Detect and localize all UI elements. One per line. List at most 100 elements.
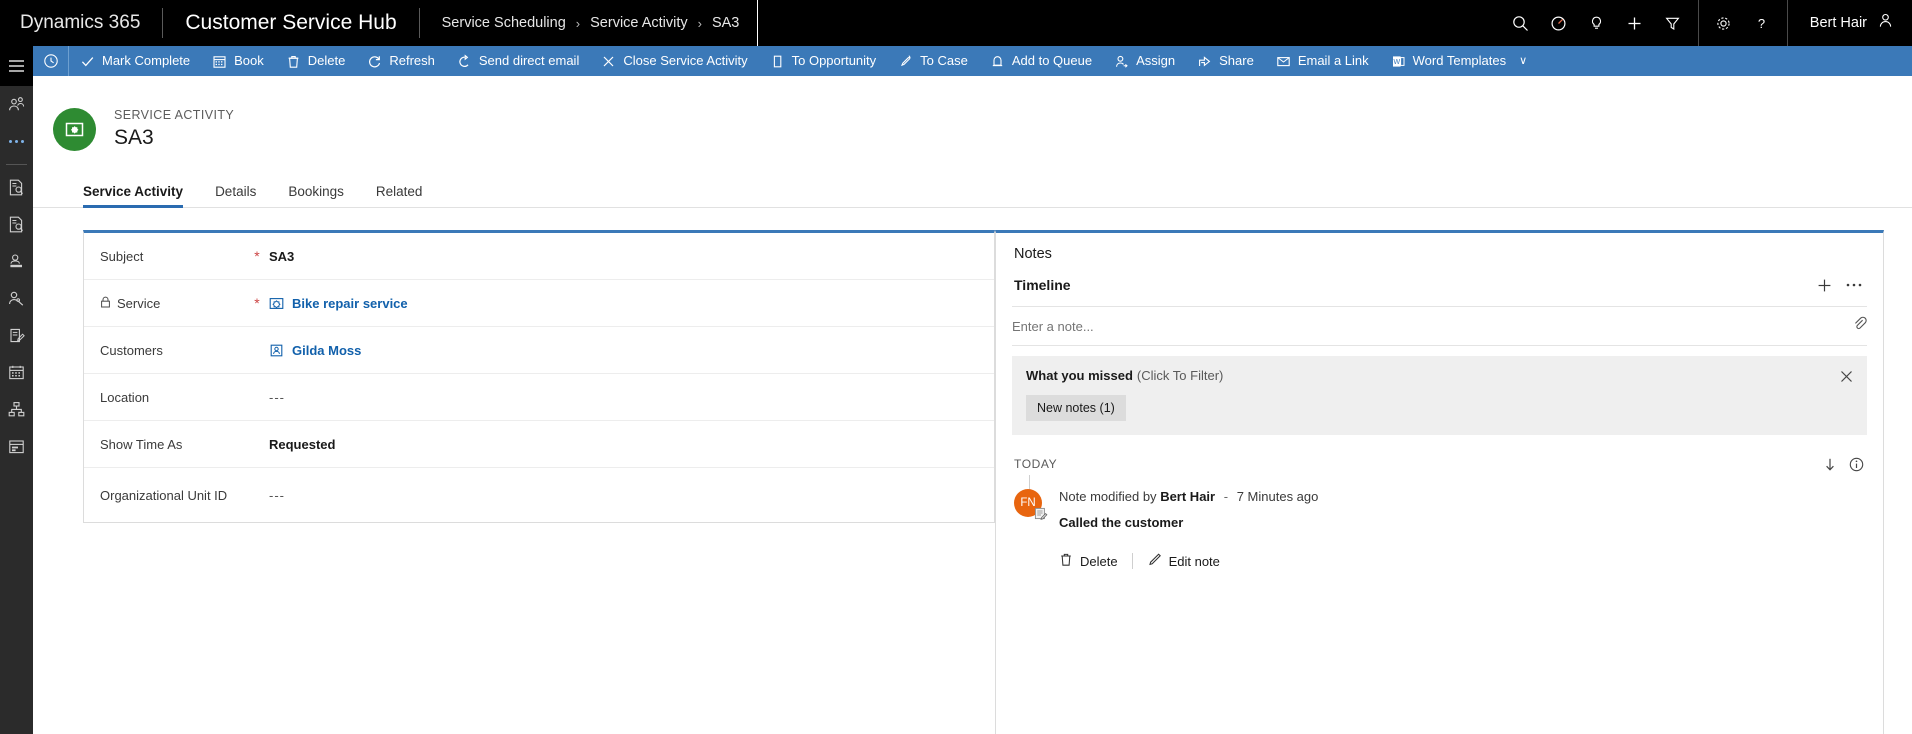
refresh-icon — [367, 54, 382, 69]
required-marker: * — [254, 248, 260, 264]
queue-icon — [990, 54, 1005, 69]
command-label: Email a Link — [1297, 53, 1369, 68]
lock-icon — [100, 295, 111, 312]
command-mark-complete[interactable]: Mark Complete — [69, 46, 201, 76]
case-search-icon[interactable] — [0, 169, 33, 206]
tab-related[interactable]: Related — [376, 184, 423, 207]
activity-icon[interactable] — [0, 317, 33, 354]
action-divider — [1131, 553, 1133, 569]
user-name-label: Bert Hair — [1809, 15, 1867, 31]
recent-clock-icon[interactable] — [33, 46, 69, 76]
command-close-service-activity[interactable]: Close Service Activity — [590, 46, 758, 76]
link-bike-repair-service[interactable]: Bike repair service — [292, 296, 408, 311]
opportunity-icon — [770, 54, 785, 69]
field-value-show-time-as[interactable]: Requested — [269, 437, 335, 452]
command-to-opportunity[interactable]: To Opportunity — [759, 46, 888, 76]
command-label: Send direct email — [478, 53, 580, 68]
dynamics-brand[interactable]: Dynamics 365 — [0, 8, 164, 38]
gauge-icon[interactable] — [1540, 0, 1578, 46]
close-icon[interactable] — [1832, 368, 1853, 388]
avatar — [1877, 12, 1894, 34]
delete-note-button[interactable]: Delete — [1059, 552, 1132, 570]
record-page: SERVICE ACTIVITY SA3 Service Activity De… — [33, 76, 1912, 734]
notes-panel: Notes Timeline Enter a note... What you … — [995, 230, 1884, 734]
command-label: Word Templates — [1412, 53, 1507, 68]
hamburger-icon[interactable] — [0, 46, 33, 86]
field-label-organizational-unit-id: Organizational Unit ID — [100, 487, 228, 503]
delete-note-label: Delete — [1080, 553, 1118, 569]
article-search-icon[interactable] — [0, 206, 33, 243]
field-value-customers: Gilda Moss — [269, 343, 361, 358]
contact-icon[interactable] — [0, 280, 33, 317]
chevron-down-icon[interactable]: ∨ — [1519, 46, 1527, 76]
command-label: To Opportunity — [791, 53, 877, 68]
svg-text:?: ? — [1758, 16, 1765, 31]
command-email-a-link[interactable]: Email a Link — [1265, 46, 1380, 76]
notes-panel-title: Notes — [1014, 246, 1052, 262]
field-value-service: Bike repair service — [269, 296, 408, 311]
new-notes-filter-chip[interactable]: New notes (1) — [1026, 395, 1126, 421]
field-label-customers: Customers — [100, 342, 163, 358]
command-book[interactable]: Book — [201, 46, 275, 76]
breadcrumb-item-service-scheduling[interactable]: Service Scheduling — [442, 15, 566, 31]
command-assign[interactable]: Assign — [1103, 46, 1186, 76]
hierarchy-icon[interactable] — [0, 391, 33, 428]
ellipsis-icon[interactable] — [1839, 273, 1869, 297]
more-icon[interactable] — [0, 123, 33, 160]
note-input-row[interactable]: Enter a note... — [1012, 306, 1867, 346]
field-value-organizational-unit-id[interactable]: --- — [269, 488, 285, 503]
command-label: Mark Complete — [102, 53, 191, 68]
what-you-missed-content: What you missed (Click To Filter) New not… — [1026, 368, 1832, 421]
field-row-service: Service * Bike repair service — [84, 280, 994, 327]
gear-icon[interactable] — [1705, 0, 1743, 46]
command-label: Share — [1219, 53, 1254, 68]
sort-down-icon[interactable] — [1817, 453, 1843, 475]
pencil-icon — [1147, 552, 1162, 570]
command-add-to-queue[interactable]: Add to Queue — [979, 46, 1103, 76]
tab-bookings[interactable]: Bookings — [288, 184, 344, 207]
timeline-entry-meta: Note modified by Bert Hair - 7 Minutes a… — [1059, 489, 1318, 504]
command-refresh[interactable]: Refresh — [356, 46, 446, 76]
plus-icon[interactable] — [1809, 273, 1839, 297]
field-value-location[interactable]: --- — [269, 390, 285, 405]
relationship-assistant-icon[interactable] — [0, 86, 33, 123]
share-icon — [1197, 54, 1212, 69]
command-send-direct-email[interactable]: Send direct email — [446, 46, 590, 76]
command-to-case[interactable]: To Case — [887, 46, 979, 76]
calendar-icon[interactable] — [0, 354, 33, 391]
notes-column: Notes Timeline Enter a note... What you … — [973, 230, 1912, 734]
timeline-entry-text: Called the customer — [1059, 515, 1184, 530]
field-row-organizational-unit-id: Organizational Unit ID --- — [84, 468, 994, 522]
schedule-board-icon[interactable] — [0, 428, 33, 465]
command-share[interactable]: Share — [1186, 46, 1265, 76]
trash-icon — [286, 54, 301, 69]
rail-divider — [6, 164, 27, 165]
breadcrumb-chevron-icon: › — [697, 15, 702, 31]
search-icon[interactable] — [1502, 0, 1540, 46]
breadcrumb-item-sa3[interactable]: SA3 — [712, 15, 739, 31]
account-icon[interactable] — [0, 243, 33, 280]
paperclip-icon[interactable] — [1852, 316, 1867, 336]
edit-note-label: Edit note — [1168, 553, 1220, 569]
field-value-subject[interactable]: SA3 — [269, 249, 294, 264]
timeline-today-row: TODAY — [1014, 453, 1869, 475]
command-label: Assign — [1136, 53, 1176, 68]
timeline-entry-separator: - — [1223, 489, 1229, 504]
field-row-location: Location --- — [84, 374, 994, 421]
assign-user-icon — [1114, 54, 1129, 69]
what-you-missed-title-row: What you missed (Click To Filter) — [1026, 368, 1832, 383]
lightbulb-icon[interactable] — [1578, 0, 1616, 46]
user-menu[interactable]: Bert Hair — [1794, 0, 1912, 46]
info-icon[interactable] — [1843, 453, 1869, 475]
breadcrumb-item-service-activity[interactable]: Service Activity — [590, 15, 688, 31]
tab-service-activity[interactable]: Service Activity — [83, 184, 184, 208]
help-icon[interactable]: ? — [1743, 0, 1781, 46]
app-title[interactable]: Customer Service Hub — [163, 8, 420, 38]
link-gilda-moss[interactable]: Gilda Moss — [292, 343, 361, 358]
command-word-templates[interactable]: W Word Templates ∨ — [1380, 46, 1539, 76]
edit-note-button[interactable]: Edit note — [1147, 552, 1234, 570]
plus-icon[interactable] — [1616, 0, 1654, 46]
tab-details[interactable]: Details — [215, 184, 256, 207]
filter-icon[interactable] — [1654, 0, 1692, 46]
command-delete[interactable]: Delete — [275, 46, 357, 76]
